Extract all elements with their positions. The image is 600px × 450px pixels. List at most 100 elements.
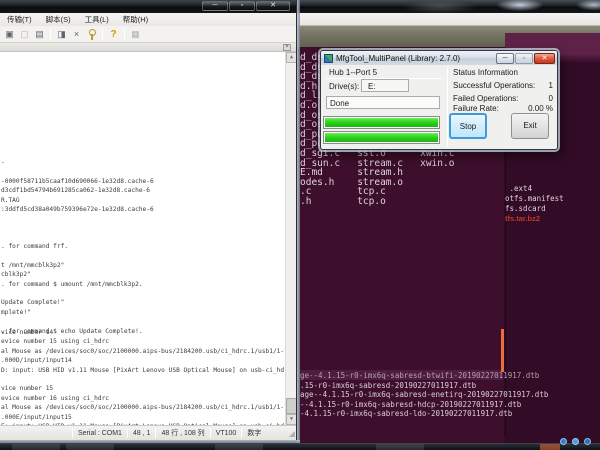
clear-screen-icon[interactable]: × bbox=[70, 28, 83, 41]
status-mode: 数字 bbox=[242, 428, 266, 438]
progress-fill bbox=[325, 133, 438, 142]
ubuntu-window-titlebar-strip bbox=[295, 26, 600, 33]
dtb-file-listing: ge--4.1.15-r0-imx6q-sabresd-btwifi-20190… bbox=[300, 371, 548, 419]
terminal-line: cblk3p2" bbox=[1, 270, 285, 279]
tab-close-icon[interactable]: × bbox=[283, 44, 291, 51]
tray-icon[interactable] bbox=[584, 438, 591, 445]
terminal-line: .000E/input/input15 bbox=[1, 413, 285, 422]
tray-icon[interactable] bbox=[560, 438, 567, 445]
drives-label: Drive(s): bbox=[329, 82, 359, 91]
terminal-output-block: - -0000f58711b5caaf10d690066-1e32d8.cach… bbox=[1, 158, 285, 214]
failed-operations-value: 0 bbox=[549, 94, 553, 103]
stop-button[interactable]: Stop bbox=[449, 113, 487, 139]
scroll-up-icon[interactable]: ▲ bbox=[286, 52, 296, 63]
terminal-output-block: vice number 14evice number 15 using ci_h… bbox=[1, 328, 285, 425]
status-terminal-size: 48 行 , 108 列 bbox=[156, 428, 209, 438]
taskbar-button[interactable] bbox=[376, 444, 424, 450]
dtb-listing-line: age--4.1.15-r0-imx6q-sabresd-enetirq-201… bbox=[300, 390, 548, 400]
terminal-line: Update Complete!" bbox=[1, 298, 285, 307]
terminal-line: evice number 16 using ci_hdrc bbox=[1, 394, 285, 403]
menu-item[interactable]: 脚本(S) bbox=[39, 13, 78, 26]
terminal-line: vice number 14 bbox=[1, 328, 285, 337]
file-listing-right: .ext4otfs.manifestfs.sdcard bbox=[505, 184, 564, 214]
terminal-output-area[interactable]: - -0000f58711b5caaf10d690066-1e32d8.cach… bbox=[0, 52, 296, 425]
terminal-output-block: . for command frf. t /mnt/mmcblk3p2"cblk… bbox=[1, 242, 285, 336]
terminal-line: :3ddfd5cd38a049b759396e72e-1e32d8.cache-… bbox=[1, 205, 285, 214]
terminal-line: . for command frf. bbox=[1, 242, 285, 251]
toolbar-separator bbox=[102, 29, 103, 40]
terminal-line: -0000f58711b5caaf10d690066-1e32d8.cache-… bbox=[1, 177, 285, 186]
terminal-line: R.TAG bbox=[1, 196, 285, 205]
taskbar-button[interactable] bbox=[215, 444, 263, 450]
close-button[interactable]: ✕ bbox=[256, 1, 290, 11]
failure-rate-value: 0.00 % bbox=[528, 104, 553, 113]
scrollbar-thumb[interactable] bbox=[286, 398, 296, 414]
dtb-listing-line: .15-r0-imx6q-sabresd-20190227011917.dtb bbox=[300, 381, 548, 391]
failure-rate-label: Failure Rate: bbox=[453, 104, 499, 113]
menu-item[interactable]: 帮助(H) bbox=[116, 13, 155, 26]
terminal-line: vice number 15 bbox=[1, 384, 285, 393]
print-icon[interactable]: ▤ bbox=[33, 28, 46, 41]
file-listing-line: fs.sdcard bbox=[505, 204, 564, 214]
terminal-line: D: input: USB HID v1.11 Mouse [PixArt Le… bbox=[1, 366, 285, 375]
mfgtool-app-icon bbox=[324, 54, 333, 63]
maximize-button[interactable]: ▫ bbox=[229, 1, 255, 11]
terminal-line: . for command $ umount /mnt/mmcblk3p2. bbox=[1, 280, 285, 289]
successful-operations-row: Successful Operations: 1 bbox=[453, 81, 553, 90]
taskbar-button[interactable] bbox=[66, 444, 114, 450]
terminal-line bbox=[1, 289, 285, 298]
terminal-line bbox=[1, 375, 285, 384]
exit-button[interactable]: Exit bbox=[511, 113, 549, 139]
session-tabs-icon[interactable]: ▦ bbox=[129, 28, 142, 41]
terminal-line: al Mouse as /devices/soc0/soc/2100000.ai… bbox=[1, 403, 285, 412]
scrollbar[interactable]: ▲ ▼ bbox=[285, 52, 296, 425]
resize-grip[interactable]: ◢ bbox=[289, 429, 296, 438]
progress-bar-2 bbox=[323, 131, 440, 144]
failure-rate-row: Failure Rate: 0.00 % bbox=[453, 104, 553, 113]
taskbar-button[interactable] bbox=[12, 444, 60, 450]
serial-terminal-titlebar[interactable]: ─ ▫ ✕ bbox=[0, 0, 300, 13]
progress-bar-1 bbox=[323, 116, 440, 129]
mfgtool-body: Hub 1--Port 5 Drive(s): E: Done Status I… bbox=[321, 65, 557, 149]
mfgtool-titlebar[interactable]: MfgTool_MultiPanel (Library: 2.7.0) ─ ▫ … bbox=[321, 51, 557, 65]
terminal-line bbox=[1, 167, 285, 176]
status-bar: Serial : COM1 48 , 1 48 行 , 108 列 VT100 … bbox=[0, 425, 296, 440]
close-button[interactable]: ✕ bbox=[534, 53, 555, 64]
taskbar-button[interactable] bbox=[540, 444, 560, 450]
minimize-button[interactable]: ─ bbox=[202, 1, 228, 11]
terminal-line: - bbox=[1, 158, 285, 167]
maximize-button: ▫ bbox=[515, 53, 533, 64]
session-tab-bar: × bbox=[0, 43, 296, 52]
serial-terminal-window: ─ ▫ ✕ 传输(T)脚本(S)工具(L)帮助(H) ▣ ▢ ▤ ◨ × ? ▦… bbox=[0, 0, 300, 444]
file-listing-line: otfs.manifest bbox=[505, 194, 564, 204]
terminal-line: .000D/input/input14 bbox=[1, 356, 285, 365]
key-icon[interactable] bbox=[85, 28, 98, 41]
operation-status-box: Done bbox=[326, 96, 440, 109]
panel-separator bbox=[447, 67, 448, 147]
properties-icon[interactable]: ◨ bbox=[55, 28, 68, 41]
quick-connect-icon[interactable]: ▢ bbox=[18, 28, 31, 41]
file-listing-line: .ext4 bbox=[505, 184, 564, 194]
ubuntu-window-titlebar bbox=[295, 33, 505, 47]
toolbar: ▣ ▢ ▤ ◨ × ? ▦ bbox=[0, 26, 296, 43]
status-information-header: Status Information bbox=[453, 68, 518, 77]
minimize-button[interactable]: ─ bbox=[496, 53, 514, 64]
connect-icon[interactable]: ▣ bbox=[3, 28, 16, 41]
terminal-line: al Mouse as /devices/soc0/soc/2100000.ai… bbox=[1, 347, 285, 356]
dtb-listing-line: ge--4.1.15-r0-imx6q-sabresd-btwifi-20190… bbox=[300, 371, 548, 381]
failed-operations-label: Failed Operations: bbox=[453, 94, 518, 103]
tray-icon[interactable] bbox=[572, 438, 579, 445]
menu-item[interactable]: 传输(T) bbox=[0, 13, 39, 26]
window-right-border[interactable] bbox=[296, 0, 300, 444]
terminal-line bbox=[1, 251, 285, 260]
status-emulation: VT100 bbox=[211, 430, 242, 437]
scroll-down-icon[interactable]: ▼ bbox=[286, 414, 296, 425]
menu-bar: 传输(T)脚本(S)工具(L)帮助(H) bbox=[0, 13, 296, 26]
menu-item[interactable]: 工具(L) bbox=[78, 13, 116, 26]
progress-fill bbox=[325, 118, 438, 127]
hub-port-label: Hub 1--Port 5 bbox=[329, 68, 377, 77]
terminal-line: t /mnt/mmcblk3p2" bbox=[1, 261, 285, 270]
toolbar-separator bbox=[50, 29, 51, 40]
archive-file-name: tfs.tar.bz2 bbox=[505, 214, 540, 223]
help-icon[interactable]: ? bbox=[107, 28, 120, 41]
